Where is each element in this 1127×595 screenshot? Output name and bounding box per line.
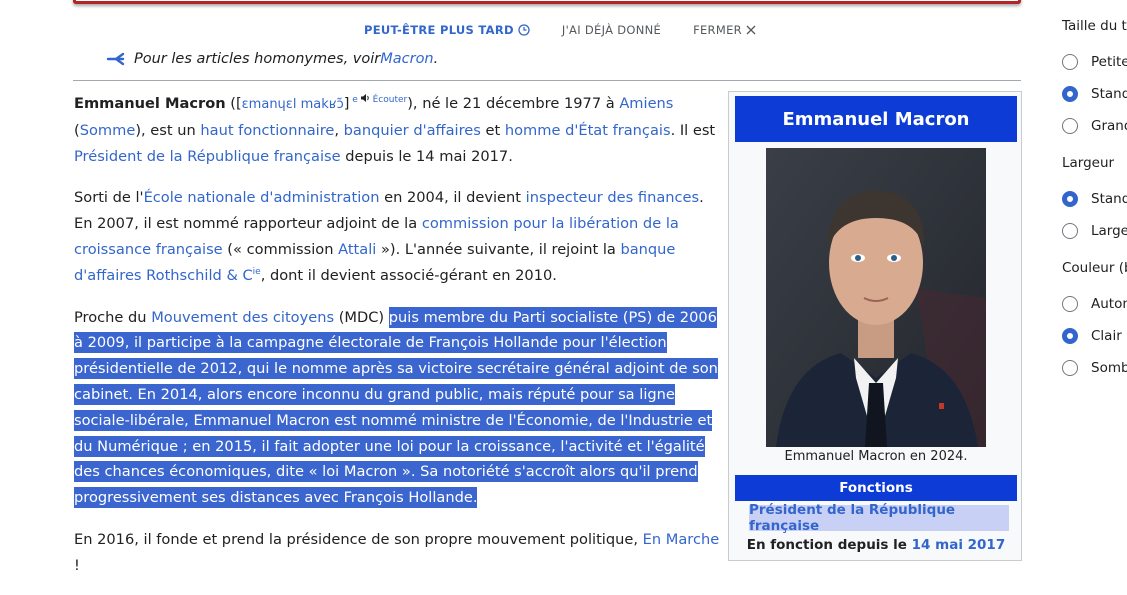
link-haut-fonctionnaire[interactable]: haut fonctionnaire bbox=[200, 122, 334, 139]
paragraph-career: Sorti de l'École nationale d'administrat… bbox=[74, 189, 704, 284]
disambiguation-icon bbox=[106, 52, 125, 66]
paragraph-politics: Proche du Mouvement des citoyens (MDC) p… bbox=[74, 306, 718, 509]
link-attali[interactable]: Attali bbox=[338, 241, 376, 258]
infobox-caption: Emmanuel Macron en 2024. bbox=[784, 449, 968, 464]
close-banner-button[interactable]: FERMER bbox=[693, 23, 756, 37]
donation-banner bbox=[73, 0, 1021, 4]
radio-text-small[interactable]: Petite bbox=[1062, 54, 1127, 70]
already-donated-button[interactable]: J'AI DÉJÀ DONNÉ bbox=[562, 23, 661, 37]
text-size-heading: Taille du te bbox=[1062, 18, 1127, 34]
infobox-section-fonctions: Fonctions bbox=[735, 475, 1017, 501]
radio-text-standard[interactable]: Stand bbox=[1062, 86, 1127, 102]
banner-actions: PEUT-ÊTRE PLUS TARD J'AI DÉJÀ DONNÉ FERM… bbox=[364, 22, 788, 38]
infobox: Emmanuel Macron Emmanuel Macron en 2024.… bbox=[728, 91, 1022, 561]
radio-button[interactable] bbox=[1062, 54, 1078, 70]
article-body: Emmanuel Macron ([ɛmanɥɛl makʁɔ̃] e Écou… bbox=[74, 91, 722, 595]
listen-link[interactable]: Écouter bbox=[373, 95, 408, 105]
radio-button[interactable] bbox=[1062, 360, 1078, 376]
clock-icon bbox=[518, 24, 530, 36]
radio-button[interactable] bbox=[1062, 296, 1078, 312]
infobox-title: Emmanuel Macron bbox=[735, 96, 1017, 142]
paragraph-en-marche: En 2016, il fonde et prend la présidence… bbox=[74, 530, 720, 574]
portrait-illustration bbox=[766, 148, 986, 447]
width-heading: Largeur bbox=[1062, 155, 1115, 171]
radio-button-checked[interactable] bbox=[1062, 191, 1078, 207]
close-icon bbox=[746, 25, 756, 35]
link-ena[interactable]: École nationale d'administration bbox=[144, 189, 380, 206]
color-heading: Couleur (b bbox=[1062, 260, 1127, 276]
radio-width-large[interactable]: Large bbox=[1062, 223, 1127, 239]
radio-button-checked[interactable] bbox=[1062, 86, 1078, 102]
selected-text: puis membre du Parti socialiste (PS) de … bbox=[74, 306, 718, 509]
link-since-date[interactable]: 14 mai 2017 bbox=[912, 537, 1006, 553]
link-inspecteur[interactable]: inspecteur des finances bbox=[526, 189, 700, 206]
paragraph-intro: Emmanuel Macron ([ɛmanɥɛl makʁɔ̃] e Écou… bbox=[74, 94, 716, 165]
radio-button[interactable] bbox=[1062, 118, 1078, 134]
infobox-since: En fonction depuis le 14 mai 2017 bbox=[746, 537, 1006, 553]
radio-color-auto[interactable]: Autom bbox=[1062, 296, 1127, 312]
divider bbox=[73, 80, 1021, 81]
radio-color-light[interactable]: Clair bbox=[1062, 328, 1122, 344]
radio-text-large[interactable]: Grand bbox=[1062, 118, 1127, 134]
ipa-sup: e Écouter bbox=[352, 94, 408, 106]
link-en-marche[interactable]: En Marche bbox=[643, 531, 720, 548]
maybe-later-button[interactable]: PEUT-ÊTRE PLUS TARD bbox=[364, 23, 530, 37]
link-somme[interactable]: Somme bbox=[80, 122, 136, 139]
radio-button-checked[interactable] bbox=[1062, 328, 1078, 344]
infobox-role-link[interactable]: Président de la République française bbox=[749, 502, 1009, 534]
radio-color-dark[interactable]: Somb bbox=[1062, 360, 1127, 376]
radio-button[interactable] bbox=[1062, 223, 1078, 239]
link-mdc[interactable]: Mouvement des citoyens bbox=[151, 309, 334, 326]
portrait-photo[interactable] bbox=[766, 148, 986, 447]
link-banquier[interactable]: banquier d'affaires bbox=[344, 122, 481, 139]
hatnote-link-macron[interactable]: Macron bbox=[380, 51, 433, 67]
hatnote: Pour les articles homonymes, voir Macron… bbox=[106, 51, 438, 67]
article-subject: Emmanuel Macron bbox=[74, 95, 226, 112]
radio-width-standard[interactable]: Stand bbox=[1062, 191, 1127, 207]
link-amiens[interactable]: Amiens bbox=[619, 95, 673, 112]
link-homme-etat[interactable]: homme d'État français bbox=[505, 122, 671, 139]
link-president[interactable]: Président de la République française bbox=[74, 148, 341, 165]
speaker-icon[interactable] bbox=[360, 94, 370, 103]
ipa-link[interactable]: ɛmanɥɛl makʁɔ̃ bbox=[242, 97, 344, 112]
